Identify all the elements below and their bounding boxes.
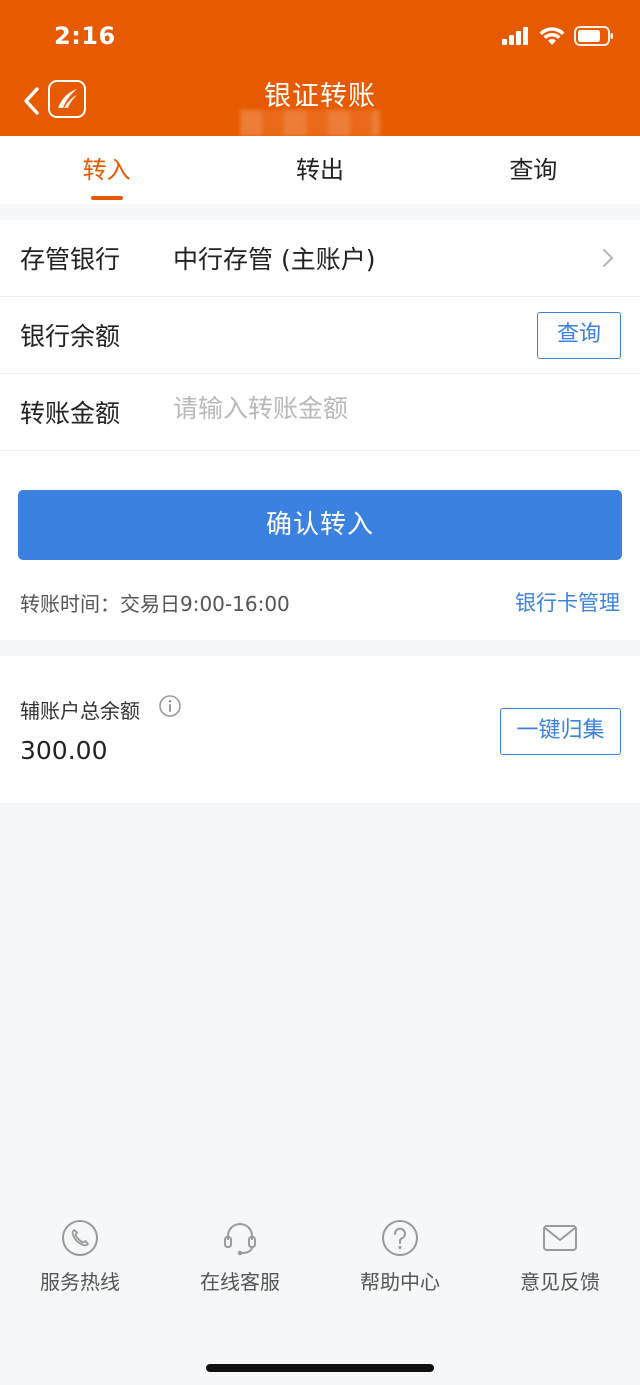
- tab-transfer-in[interactable]: 转入: [0, 136, 213, 204]
- bank-balance-label: 银行余额: [20, 322, 121, 351]
- balance-query-button[interactable]: 查询: [537, 312, 621, 359]
- bank-balance-row: 银行余额 查询: [0, 297, 640, 374]
- transfer-time-note: 转账时间：交易日9:00-16:00: [20, 592, 290, 616]
- transfer-amount-input[interactable]: [173, 394, 593, 423]
- sub-account-card: 辅账户总余额 300.00 一键归集: [0, 656, 640, 803]
- custodian-bank-row[interactable]: 存管银行 中行存管 (主账户): [0, 220, 640, 297]
- tab-active-indicator: [90, 196, 123, 200]
- custodian-bank-label: 存管银行: [20, 245, 121, 274]
- status-icons: [502, 26, 614, 46]
- transfer-amount-label: 转账金额: [20, 399, 121, 428]
- online-service-button[interactable]: 在线客服: [160, 1218, 320, 1308]
- wifi-icon: [539, 26, 565, 45]
- sub-account-balance-label: 辅账户总余额: [20, 699, 140, 723]
- transfer-amount-row: 转账金额: [0, 374, 640, 451]
- tab-label: 查询: [509, 156, 558, 184]
- status-time: 2:16: [54, 22, 116, 50]
- bottom-service-nav: 服务热线 在线客服 帮助中心 意见反馈: [0, 1218, 640, 1308]
- mail-icon: [543, 1225, 577, 1251]
- confirm-transfer-in-button[interactable]: 确认转入: [18, 490, 622, 560]
- chevron-right-icon: [603, 249, 613, 267]
- nav-label: 帮助中心: [360, 1270, 440, 1294]
- page-title: 银证转账: [264, 81, 376, 112]
- phone-icon: [62, 1220, 98, 1256]
- battery-icon: [574, 26, 613, 46]
- tab-transfer-out[interactable]: 转出: [213, 136, 426, 204]
- info-icon[interactable]: [158, 694, 182, 718]
- tab-label: 转入: [82, 156, 131, 184]
- sub-account-balance-amount: 300.00: [20, 736, 108, 765]
- transfer-form-card: 存管银行 中行存管 (主账户) 银行余额 查询 转账金额 确认转入 转账时间：交…: [0, 220, 640, 640]
- tab-label: 转出: [295, 156, 344, 184]
- feedback-button[interactable]: 意见反馈: [480, 1218, 640, 1308]
- help-icon: [382, 1220, 418, 1256]
- custodian-bank-value: 中行存管 (主账户): [173, 245, 376, 274]
- nav-label: 服务热线: [40, 1270, 120, 1294]
- tab-query[interactable]: 查询: [427, 136, 640, 204]
- headset-icon: [224, 1223, 256, 1256]
- home-indicator[interactable]: [206, 1364, 434, 1372]
- bank-card-management-link[interactable]: 银行卡管理: [515, 587, 620, 617]
- one-click-collect-button[interactable]: 一键归集: [500, 708, 621, 755]
- header-bar: 2:16 银证转账: [0, 0, 640, 136]
- tab-bar: 转入 转出 查询: [0, 136, 640, 204]
- service-hotline-button[interactable]: 服务热线: [0, 1218, 160, 1308]
- masked-account-info: [240, 110, 380, 136]
- nav-label: 在线客服: [200, 1270, 280, 1294]
- nav-label: 意见反馈: [520, 1270, 600, 1294]
- help-center-button[interactable]: 帮助中心: [320, 1218, 480, 1308]
- signal-icon: [502, 27, 528, 45]
